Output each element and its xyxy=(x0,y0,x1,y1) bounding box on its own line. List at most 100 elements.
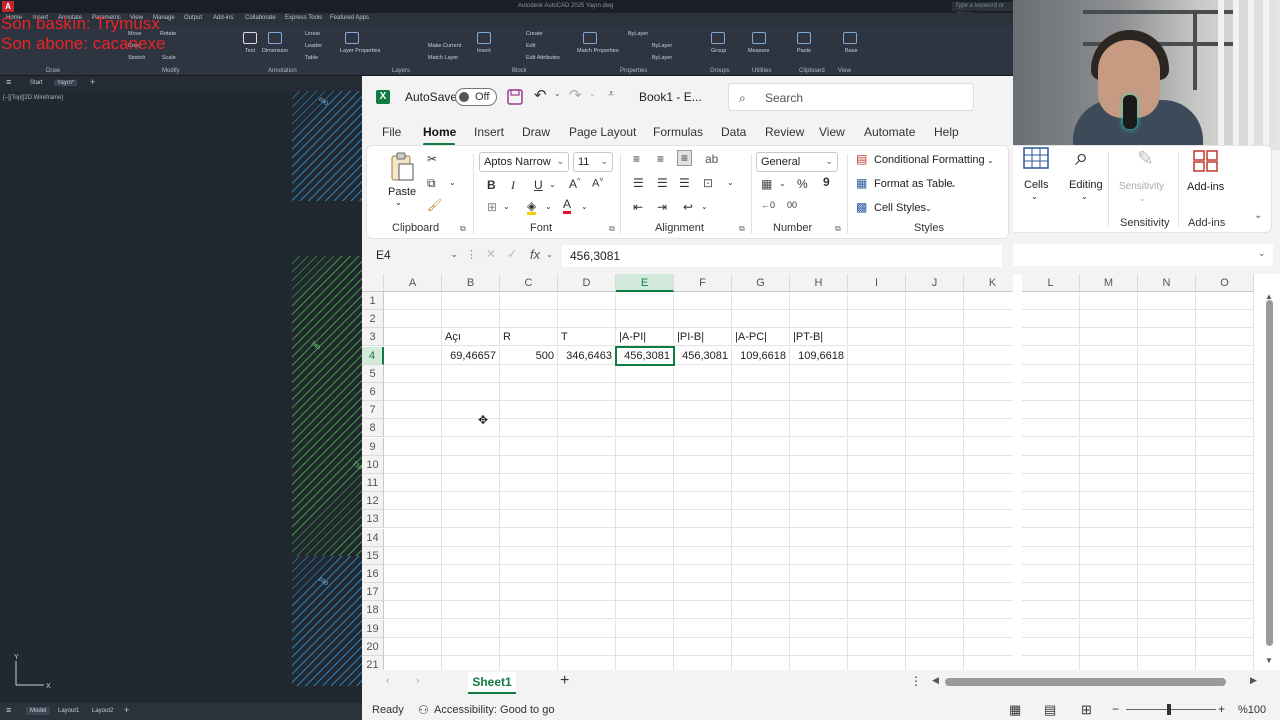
table-cell[interactable] xyxy=(500,601,558,620)
borders-dropdown-icon[interactable]: ⌄ xyxy=(503,202,510,211)
tab-view[interactable]: View xyxy=(819,125,845,139)
table-cell[interactable]: Açı xyxy=(442,328,500,347)
underline-button[interactable]: U xyxy=(534,178,543,192)
table-cell[interactable] xyxy=(558,583,616,602)
table-cell[interactable] xyxy=(848,292,906,310)
tab-file[interactable]: File xyxy=(382,125,401,139)
format-as-table-icon[interactable]: ▦ xyxy=(856,176,867,190)
table-cell[interactable] xyxy=(616,455,674,474)
table-cell[interactable] xyxy=(500,474,558,492)
zoom-out-icon[interactable]: − xyxy=(1112,702,1119,716)
column-header[interactable]: F xyxy=(674,274,732,292)
table-cell[interactable] xyxy=(674,492,732,511)
table-cell[interactable] xyxy=(1138,474,1196,492)
table-cell[interactable] xyxy=(500,637,558,656)
table-cell[interactable] xyxy=(790,565,848,583)
table-cell[interactable] xyxy=(1022,328,1080,347)
table-cell[interactable] xyxy=(790,492,848,511)
font-size-select[interactable]: 11 ⌄ xyxy=(573,152,613,172)
row-header[interactable]: 11 xyxy=(362,474,384,492)
table-cell[interactable] xyxy=(674,546,732,565)
paste-dropdown-icon[interactable]: ⌄ xyxy=(395,198,402,207)
table-cell[interactable] xyxy=(384,328,442,347)
row-header[interactable]: 4 xyxy=(362,346,384,365)
table-cell[interactable] xyxy=(790,619,848,638)
table-cell[interactable] xyxy=(1138,492,1196,511)
table-cell[interactable] xyxy=(384,637,442,656)
find-select-icon[interactable]: ⌕ xyxy=(1075,144,1088,172)
table-cell[interactable] xyxy=(674,383,732,401)
table-cell[interactable] xyxy=(906,656,964,670)
column-header[interactable]: G xyxy=(732,274,790,292)
table-cell[interactable] xyxy=(848,346,906,365)
number-launcher-icon[interactable]: ⧉ xyxy=(835,224,841,234)
table-cell[interactable] xyxy=(1138,310,1196,329)
copy-icon[interactable]: ⧉ xyxy=(427,176,436,191)
alignment-launcher-icon[interactable]: ⧉ xyxy=(739,224,745,234)
column-header[interactable]: H xyxy=(790,274,848,292)
table-cell[interactable] xyxy=(848,419,906,438)
table-cell[interactable] xyxy=(964,474,1013,492)
table-cell[interactable] xyxy=(1138,383,1196,401)
table-cell[interactable] xyxy=(558,437,616,456)
sensitivity-dropdown-icon[interactable]: ⌄ xyxy=(1139,194,1146,203)
paste-button[interactable]: Paste xyxy=(388,186,416,198)
table-cell[interactable] xyxy=(1080,619,1138,638)
match-properties-command[interactable]: Match Properties xyxy=(577,48,619,54)
table-cell[interactable] xyxy=(790,419,848,438)
table-cell[interactable] xyxy=(384,310,442,329)
table-cell[interactable] xyxy=(964,547,1013,565)
table-cell[interactable] xyxy=(616,364,674,383)
table-cell[interactable] xyxy=(906,637,964,656)
scroll-right-icon[interactable]: ▶ xyxy=(1250,675,1257,686)
fill-color-dropdown-icon[interactable]: ⌄ xyxy=(545,202,552,211)
undo-icon[interactable]: ↶ xyxy=(534,86,547,104)
table-cell[interactable] xyxy=(1196,546,1254,565)
table-cell[interactable] xyxy=(732,419,790,438)
table-cell[interactable]: 109,6618 xyxy=(790,346,848,365)
table-cell[interactable] xyxy=(1196,619,1254,638)
table-cell[interactable] xyxy=(964,638,1013,656)
table-cell[interactable] xyxy=(500,619,558,638)
orientation-icon[interactable]: ab xyxy=(705,152,718,166)
format-painter-icon[interactable]: 🖌 xyxy=(427,198,442,212)
table-cell[interactable] xyxy=(1138,528,1196,547)
table-cell[interactable] xyxy=(384,528,442,547)
page-layout-view-icon[interactable]: ▤ xyxy=(1044,702,1056,718)
table-cell[interactable] xyxy=(1138,401,1196,420)
table-cell[interactable] xyxy=(1022,455,1080,474)
align-left-icon[interactable]: ☰ xyxy=(633,176,644,190)
table-cell[interactable] xyxy=(442,455,500,474)
table-cell[interactable] xyxy=(906,565,964,583)
table-cell[interactable] xyxy=(1138,328,1196,347)
italic-button[interactable]: I xyxy=(511,178,515,193)
text-command[interactable]: Text xyxy=(245,48,255,54)
table-cell[interactable] xyxy=(1196,637,1254,656)
table-cell[interactable] xyxy=(1080,565,1138,583)
table-cell[interactable] xyxy=(732,310,790,329)
fill-color-icon[interactable]: ◈ xyxy=(527,200,537,215)
table-cell[interactable] xyxy=(1138,656,1196,670)
zoom-in-icon[interactable]: + xyxy=(1218,702,1225,716)
table-cell[interactable]: |PT-B| xyxy=(790,328,848,347)
table-cell[interactable] xyxy=(1080,346,1138,365)
table-cell[interactable] xyxy=(790,292,848,310)
table-cell[interactable] xyxy=(906,546,964,565)
table-cell[interactable] xyxy=(790,383,848,401)
table-cell[interactable] xyxy=(848,437,906,456)
table-cell[interactable] xyxy=(1080,510,1138,529)
edit-block-command[interactable]: Edit xyxy=(526,43,535,49)
table-cell[interactable] xyxy=(558,474,616,492)
table-cell[interactable] xyxy=(384,292,442,310)
table-cell[interactable] xyxy=(384,565,442,583)
align-center-icon[interactable]: ☰ xyxy=(657,176,668,190)
table-cell[interactable]: 109,6618 xyxy=(732,346,790,365)
table-cell[interactable] xyxy=(442,310,500,329)
table-cell[interactable] xyxy=(964,328,1013,347)
table-cell[interactable] xyxy=(558,364,616,383)
sheet-tab-sheet1[interactable]: Sheet1 xyxy=(468,672,516,694)
font-name-select[interactable]: Aptos Narrow ⌄ xyxy=(479,152,569,172)
merge-center-icon[interactable]: ⊡ xyxy=(703,176,713,190)
table-cell[interactable] xyxy=(732,455,790,474)
row-header[interactable]: 7 xyxy=(362,401,384,420)
